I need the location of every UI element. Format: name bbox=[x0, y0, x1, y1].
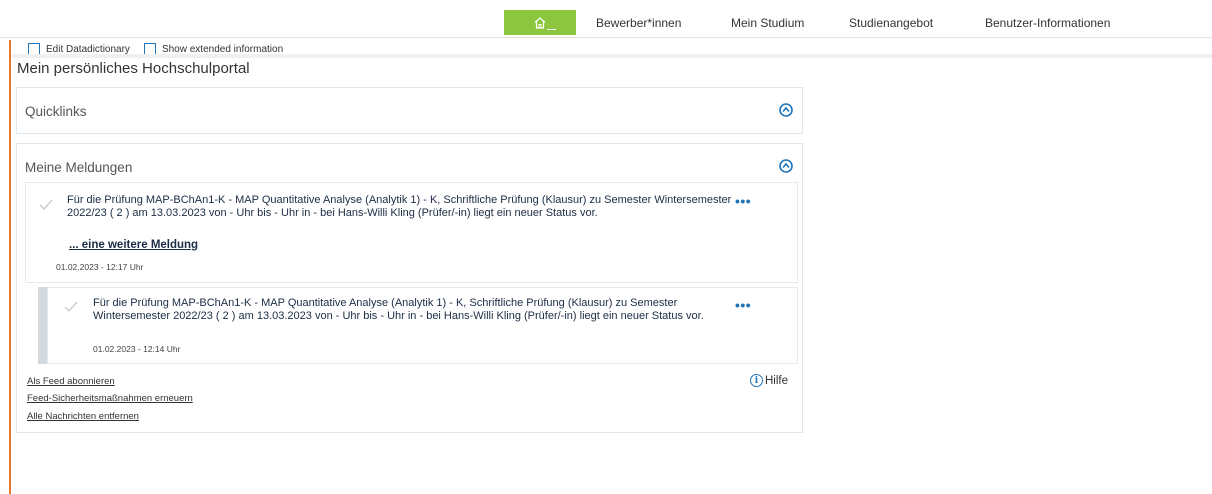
collapse-up-icon[interactable] bbox=[779, 103, 793, 117]
nav-divider bbox=[0, 37, 1212, 38]
quicklinks-header[interactable]: Quicklinks bbox=[17, 88, 802, 134]
message-more-button[interactable]: ••• bbox=[735, 298, 751, 312]
home-icon bbox=[534, 17, 546, 29]
nav-item-benutzer-informationen[interactable]: Benutzer-Informationen bbox=[985, 16, 1110, 30]
message-timestamp: 01.02.2023 - 12:14 Uhr bbox=[93, 344, 181, 354]
message-more-button[interactable]: ••• bbox=[735, 194, 751, 208]
check-icon[interactable] bbox=[64, 301, 78, 312]
info-icon: i bbox=[750, 374, 763, 387]
collapse-up-icon[interactable] bbox=[779, 159, 793, 173]
more-messages-link[interactable]: ... eine weitere Meldung bbox=[69, 239, 198, 251]
remove-all-messages-link[interactable]: Alle Nachrichten entfernen bbox=[27, 411, 139, 422]
page-title: Mein persönliches Hochschulportal bbox=[17, 60, 250, 77]
nav-item-bewerber[interactable]: Bewerber*innen bbox=[596, 16, 681, 30]
message-timestamp: 01.02.2023 - 12:17 Uhr bbox=[56, 262, 144, 272]
quicklinks-title: Quicklinks bbox=[25, 103, 87, 119]
message-text: Für die Prüfung MAP-BChAn1-K - MAP Quant… bbox=[93, 297, 704, 322]
help-label: Hilfe bbox=[765, 374, 789, 387]
subscribe-feed-link[interactable]: Als Feed abonnieren bbox=[27, 376, 115, 387]
toolbar-divider bbox=[12, 54, 1212, 58]
meldungen-title: Meine Meldungen bbox=[25, 159, 133, 175]
left-accent-bar bbox=[9, 40, 11, 494]
show-extended-label: Show extended information bbox=[161, 43, 284, 55]
top-navigation: Bewerber*innen Mein Studium Studienangeb… bbox=[0, 0, 1212, 38]
nav-item-mein-studium[interactable]: Mein Studium bbox=[731, 16, 804, 30]
message-text: Für die Prüfung MAP-BChAn1-K - MAP Quant… bbox=[67, 194, 732, 219]
message-item: Für die Prüfung MAP-BChAn1-K - MAP Quant… bbox=[25, 182, 798, 283]
nav-home-button[interactable] bbox=[504, 10, 576, 35]
check-icon[interactable] bbox=[39, 199, 53, 210]
message-item: Für die Prüfung MAP-BChAn1-K - MAP Quant… bbox=[47, 287, 798, 364]
renew-feed-security-link[interactable]: Feed-Sicherheitsmaßnahmen erneuern bbox=[27, 393, 193, 404]
quicklinks-card: Quicklinks bbox=[16, 87, 803, 134]
home-underline bbox=[547, 28, 556, 30]
sub-message-bar bbox=[38, 287, 47, 364]
nav-item-studienangebot[interactable]: Studienangebot bbox=[849, 16, 933, 30]
edit-datadictionary-label: Edit Datadictionary bbox=[46, 43, 130, 55]
help-button[interactable]: i Hilfe bbox=[750, 374, 788, 387]
